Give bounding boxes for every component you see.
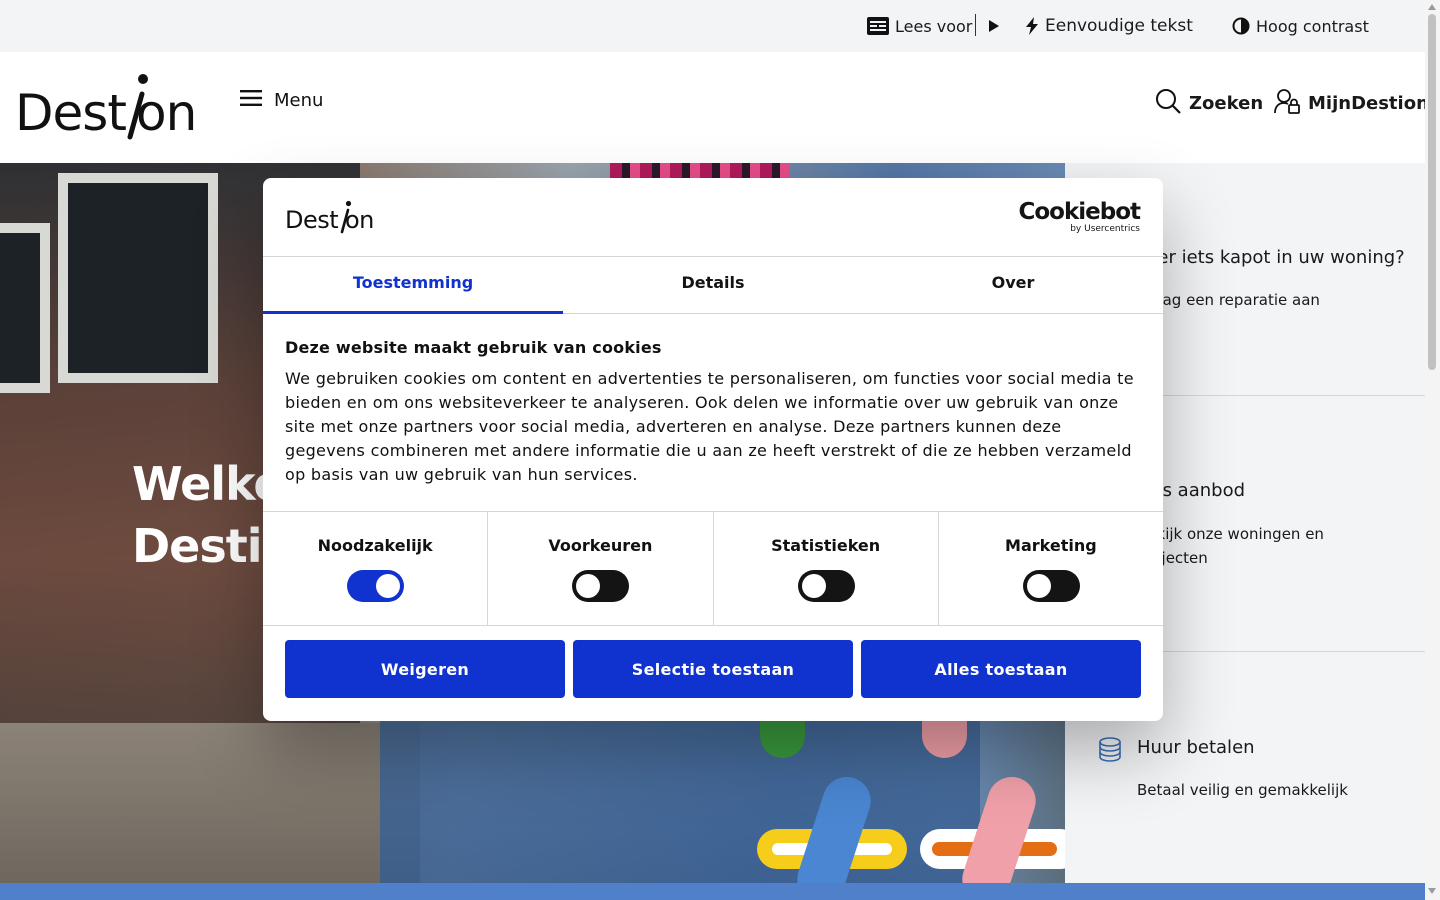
allow-all-button[interactable]: Alles toestaan xyxy=(861,640,1141,698)
cookiebot-name: Cookiebot xyxy=(1018,199,1141,225)
preferences-toggle[interactable] xyxy=(572,570,630,602)
cookie-body: Deze website maakt gebruik van cookies W… xyxy=(285,338,1145,487)
cookie-tabs: Toestemming Details Over xyxy=(263,256,1163,314)
category-label: Statistieken xyxy=(771,536,881,555)
page-scrollbar[interactable] xyxy=(1425,0,1440,900)
scroll-up-arrow-icon[interactable] xyxy=(1428,4,1436,10)
hero-ground-image xyxy=(0,723,420,883)
destion-logo-small: Dest on xyxy=(285,200,375,238)
hero-window xyxy=(0,223,50,393)
read-aloud-icon xyxy=(867,17,889,35)
cookiebot-logo[interactable]: Cookiebot by Usercentrics xyxy=(1018,199,1141,234)
play-button[interactable] xyxy=(988,0,1000,52)
menu-button[interactable]: Menu xyxy=(240,90,323,111)
svg-text:on: on xyxy=(136,84,195,142)
cookie-consent-dialog: Dest on Cookiebot by Usercentrics Toeste… xyxy=(263,178,1163,721)
hamburger-icon xyxy=(240,90,262,111)
high-contrast-label: Hoog contrast xyxy=(1256,16,1369,36)
play-icon xyxy=(988,19,1000,33)
quick-link-desc: Vraag een reparatie aan xyxy=(1137,291,1320,309)
destion-logo[interactable]: Dest on xyxy=(15,72,197,146)
quick-link-desc: Bekijk onze woningen en projecten xyxy=(1137,525,1324,567)
cookie-dialog-header: Dest on Cookiebot by Usercentrics xyxy=(263,178,1163,257)
cookie-heading: Deze website maakt gebruik van cookies xyxy=(285,338,662,357)
allow-selection-button[interactable]: Selectie toestaan xyxy=(573,640,853,698)
category-preferences: Voorkeuren xyxy=(488,512,714,625)
search-icon xyxy=(1155,88,1181,119)
simple-text-button[interactable]: Eenvoudige tekst xyxy=(1025,0,1193,52)
tab-details[interactable]: Details xyxy=(563,256,863,313)
svg-text:Dest: Dest xyxy=(15,84,126,142)
menu-label: Menu xyxy=(274,90,324,111)
site-header: Dest on Menu Zoeken MijnDestion xyxy=(0,52,1429,163)
tab-consent[interactable]: Toestemming xyxy=(263,256,563,314)
category-label: Noodzakelijk xyxy=(317,536,433,555)
footer-band xyxy=(0,883,1425,900)
scrollbar-thumb[interactable] xyxy=(1428,14,1436,370)
search-button[interactable]: Zoeken xyxy=(1155,88,1263,119)
deny-button[interactable]: Weigeren xyxy=(285,640,565,698)
cookie-buttons: Weigeren Selectie toestaan Alles toestaa… xyxy=(285,640,1141,698)
read-aloud-button[interactable]: Lees voor xyxy=(867,0,972,52)
divider xyxy=(975,14,976,36)
quick-link-desc: Betaal veilig en gemakkelijk xyxy=(1137,781,1348,799)
category-marketing: Marketing xyxy=(939,512,1163,625)
cookie-description: We gebruiken cookies om content en adver… xyxy=(285,369,1134,484)
svg-text:Dest: Dest xyxy=(285,206,338,234)
quick-link-title: Huur betalen xyxy=(1137,737,1255,758)
user-lock-icon xyxy=(1274,88,1300,119)
lightning-icon xyxy=(1025,17,1039,35)
category-statistics: Statistieken xyxy=(714,512,939,625)
hero-window xyxy=(58,173,218,383)
necessary-toggle[interactable] xyxy=(347,570,405,602)
account-label: MijnDestion xyxy=(1308,93,1429,114)
cookie-categories: Noodzakelijk Voorkeuren Statistieken Mar… xyxy=(263,511,1163,626)
category-label: Marketing xyxy=(1005,536,1097,555)
statistics-toggle[interactable] xyxy=(797,570,855,602)
simple-text-label: Eenvoudige tekst xyxy=(1045,16,1193,36)
contrast-icon xyxy=(1232,17,1250,35)
accessibility-bar: Lees voor Eenvoudige tekst Hoog contrast xyxy=(0,0,1425,52)
marketing-toggle[interactable] xyxy=(1022,570,1080,602)
high-contrast-button[interactable]: Hoog contrast xyxy=(1232,0,1369,52)
search-label: Zoeken xyxy=(1189,93,1264,114)
svg-text:on: on xyxy=(345,206,374,234)
tab-about[interactable]: Over xyxy=(863,256,1163,313)
category-necessary: Noodzakelijk xyxy=(263,512,489,625)
read-aloud-label: Lees voor xyxy=(895,16,973,36)
scroll-down-arrow-icon[interactable] xyxy=(1428,888,1436,894)
quick-link-title: Is er iets kapot in uw woning? xyxy=(1137,247,1405,268)
category-label: Voorkeuren xyxy=(548,536,653,555)
account-button[interactable]: MijnDestion xyxy=(1274,88,1429,119)
coins-icon xyxy=(1097,736,1123,766)
cookiebot-sub: by Usercentrics xyxy=(1070,224,1140,234)
